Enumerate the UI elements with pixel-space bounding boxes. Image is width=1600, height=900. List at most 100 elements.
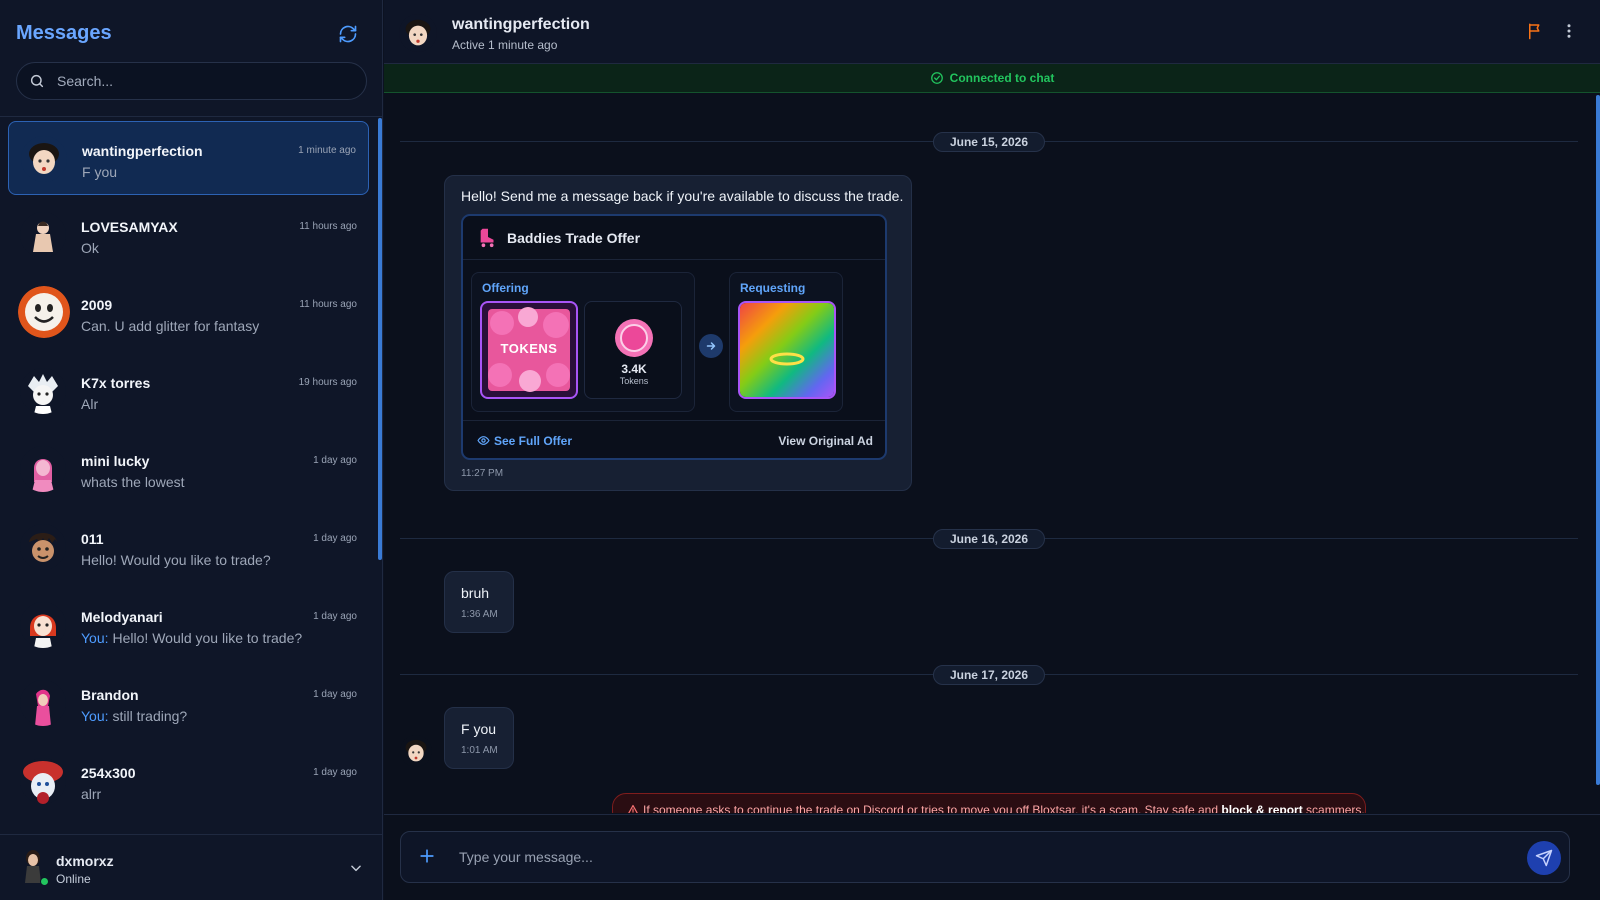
message-time: 1:01 AM	[461, 745, 498, 756]
token-coin-icon	[615, 319, 653, 357]
message-time: 1:36 AM	[461, 609, 498, 620]
more-options-icon[interactable]	[1560, 22, 1578, 45]
conversation-name: Melodyanari	[81, 609, 163, 625]
sidebar-header: Messages	[16, 22, 360, 52]
conversation-preview: Alr	[81, 396, 99, 412]
trade-card-footer: See Full Offer View Original Ad	[463, 420, 885, 458]
plus-icon[interactable]	[417, 846, 437, 871]
conversation-list: wantingperfection 1 minute ago F you LOV…	[0, 118, 383, 832]
conversation-name: mini lucky	[81, 453, 150, 469]
search-icon	[30, 74, 44, 88]
date-label: June 15, 2026	[932, 132, 1046, 152]
divider	[0, 116, 383, 117]
contact-name: wantingperfection	[452, 16, 590, 33]
avatar	[21, 136, 67, 182]
offer-item-token-count[interactable]: 3.4K Tokens	[584, 301, 682, 399]
refresh-icon[interactable]	[338, 24, 360, 46]
conversation-name: 011	[81, 531, 104, 547]
conversation-item-brandon[interactable]: Brandon 1 day ago You: still trading?	[8, 666, 369, 740]
tokens-tile-text: TOKENS	[500, 341, 558, 356]
conversation-item-lovesamyax[interactable]: LOVESAMYAX 11 hours ago Ok	[8, 198, 369, 272]
conversation-preview: Hello! Would you like to trade?	[81, 552, 271, 568]
offering-panel: Offering TOKENS 3.4K Tokens	[471, 272, 695, 412]
message-input[interactable]	[459, 832, 1499, 882]
conversation-item-mini-lucky[interactable]: mini lucky 1 day ago whats the lowest	[8, 432, 369, 506]
contact-avatar[interactable]	[399, 14, 437, 52]
send-icon	[1535, 849, 1553, 867]
see-full-offer-link[interactable]: See Full Offer	[477, 434, 572, 448]
conversation-preview: You: still trading?	[81, 708, 188, 724]
token-amount: 3.4K	[621, 362, 647, 376]
conversation-item-k7x-torres[interactable]: K7x torres 19 hours ago Alr	[8, 354, 369, 428]
conversation-time: 1 day ago	[313, 611, 357, 622]
send-button[interactable]	[1527, 841, 1561, 875]
flag-icon[interactable]	[1526, 22, 1544, 45]
eye-icon	[477, 436, 490, 445]
check-circle-icon	[930, 72, 943, 84]
chat-panel: wantingperfection Active 1 minute ago Co…	[384, 0, 1600, 900]
message-bubble: Hello! Send me a message back if you're …	[444, 175, 912, 491]
connection-status: Connected to chat	[949, 71, 1055, 85]
avatar	[20, 680, 66, 726]
message-bubble: F you 1:01 AM	[444, 707, 514, 769]
chat-scrollbar[interactable]	[1596, 95, 1600, 785]
offering-label: Offering	[482, 281, 529, 295]
composer	[400, 831, 1570, 883]
composer-area	[384, 814, 1600, 900]
offer-item-tokens[interactable]: TOKENS	[480, 301, 578, 399]
conversation-item-melodyanari[interactable]: Melodyanari 1 day ago You: Hello! Would y…	[8, 588, 369, 662]
avatar	[18, 286, 70, 338]
sidebar: Messages wantingperfection 1 minute ago …	[0, 0, 383, 900]
conversation-name: LOVESAMYAX	[81, 219, 178, 235]
rainbow-halo-image	[740, 303, 834, 397]
conversation-scrollbar[interactable]	[378, 118, 382, 560]
trade-offer-card[interactable]: Baddies Trade Offer Offering TOKENS 3.4K…	[461, 214, 887, 460]
requesting-label: Requesting	[740, 281, 806, 295]
token-unit: Tokens	[619, 376, 649, 386]
conversation-name: 2009	[81, 297, 113, 313]
conversation-preview: You: Hello! Would you like to trade?	[81, 630, 303, 646]
conversation-item-011[interactable]: 011 1 day ago Hello! Would you like to t…	[8, 510, 369, 584]
online-indicator	[40, 877, 49, 886]
chevron-down-icon[interactable]	[349, 861, 363, 880]
conversation-time: 1 day ago	[313, 533, 357, 544]
view-original-ad-link[interactable]: View Original Ad	[778, 434, 873, 448]
conversation-item-wantingperfection[interactable]: wantingperfection 1 minute ago F you	[8, 121, 369, 195]
request-item[interactable]	[738, 301, 836, 399]
message-bubble: bruh 1:36 AM	[444, 571, 514, 633]
conversation-name: 254x300	[81, 765, 136, 781]
message-text: Hello! Send me a message back if you're …	[461, 188, 904, 204]
messages-title: Messages	[16, 22, 112, 44]
search-input[interactable]	[57, 63, 357, 99]
avatar	[20, 758, 66, 804]
skate-icon	[477, 226, 499, 253]
avatar	[20, 212, 66, 258]
my-status: Online	[56, 872, 91, 886]
sender-avatar	[400, 735, 432, 767]
date-label: June 17, 2026	[932, 665, 1046, 685]
message-text: bruh	[461, 585, 490, 601]
conversation-time: 11 hours ago	[299, 299, 357, 310]
conversation-preview: Ok	[81, 240, 99, 256]
message-time: 11:27 PM	[461, 468, 504, 479]
conversation-time: 11 hours ago	[299, 221, 357, 232]
arrow-right-icon	[699, 334, 723, 358]
date-label: June 16, 2026	[932, 529, 1046, 549]
conversation-preview: F you	[82, 164, 118, 180]
contact-status: Active 1 minute ago	[452, 38, 558, 52]
my-username: dxmorxz	[56, 853, 114, 869]
conversation-time: 1 day ago	[313, 767, 357, 778]
chat-header: wantingperfection Active 1 minute ago	[384, 0, 1600, 64]
requesting-panel: Requesting	[729, 272, 843, 412]
search-box	[16, 62, 367, 100]
conversation-name: Brandon	[81, 687, 139, 703]
conversation-time: 19 hours ago	[298, 377, 357, 388]
current-user[interactable]: dxmorxz Online	[0, 834, 383, 900]
conversation-item-2009[interactable]: 2009 11 hours ago Can. U add glitter for…	[8, 276, 369, 350]
avatar	[20, 524, 66, 570]
conversation-time: 1 minute ago	[298, 145, 356, 156]
trade-card-title: Baddies Trade Offer	[507, 230, 641, 246]
conversation-preview: Can. U add glitter for fantasy	[81, 318, 260, 334]
conversation-item-254x300[interactable]: 254x300 1 day ago alrr	[8, 744, 369, 818]
avatar	[20, 446, 66, 492]
